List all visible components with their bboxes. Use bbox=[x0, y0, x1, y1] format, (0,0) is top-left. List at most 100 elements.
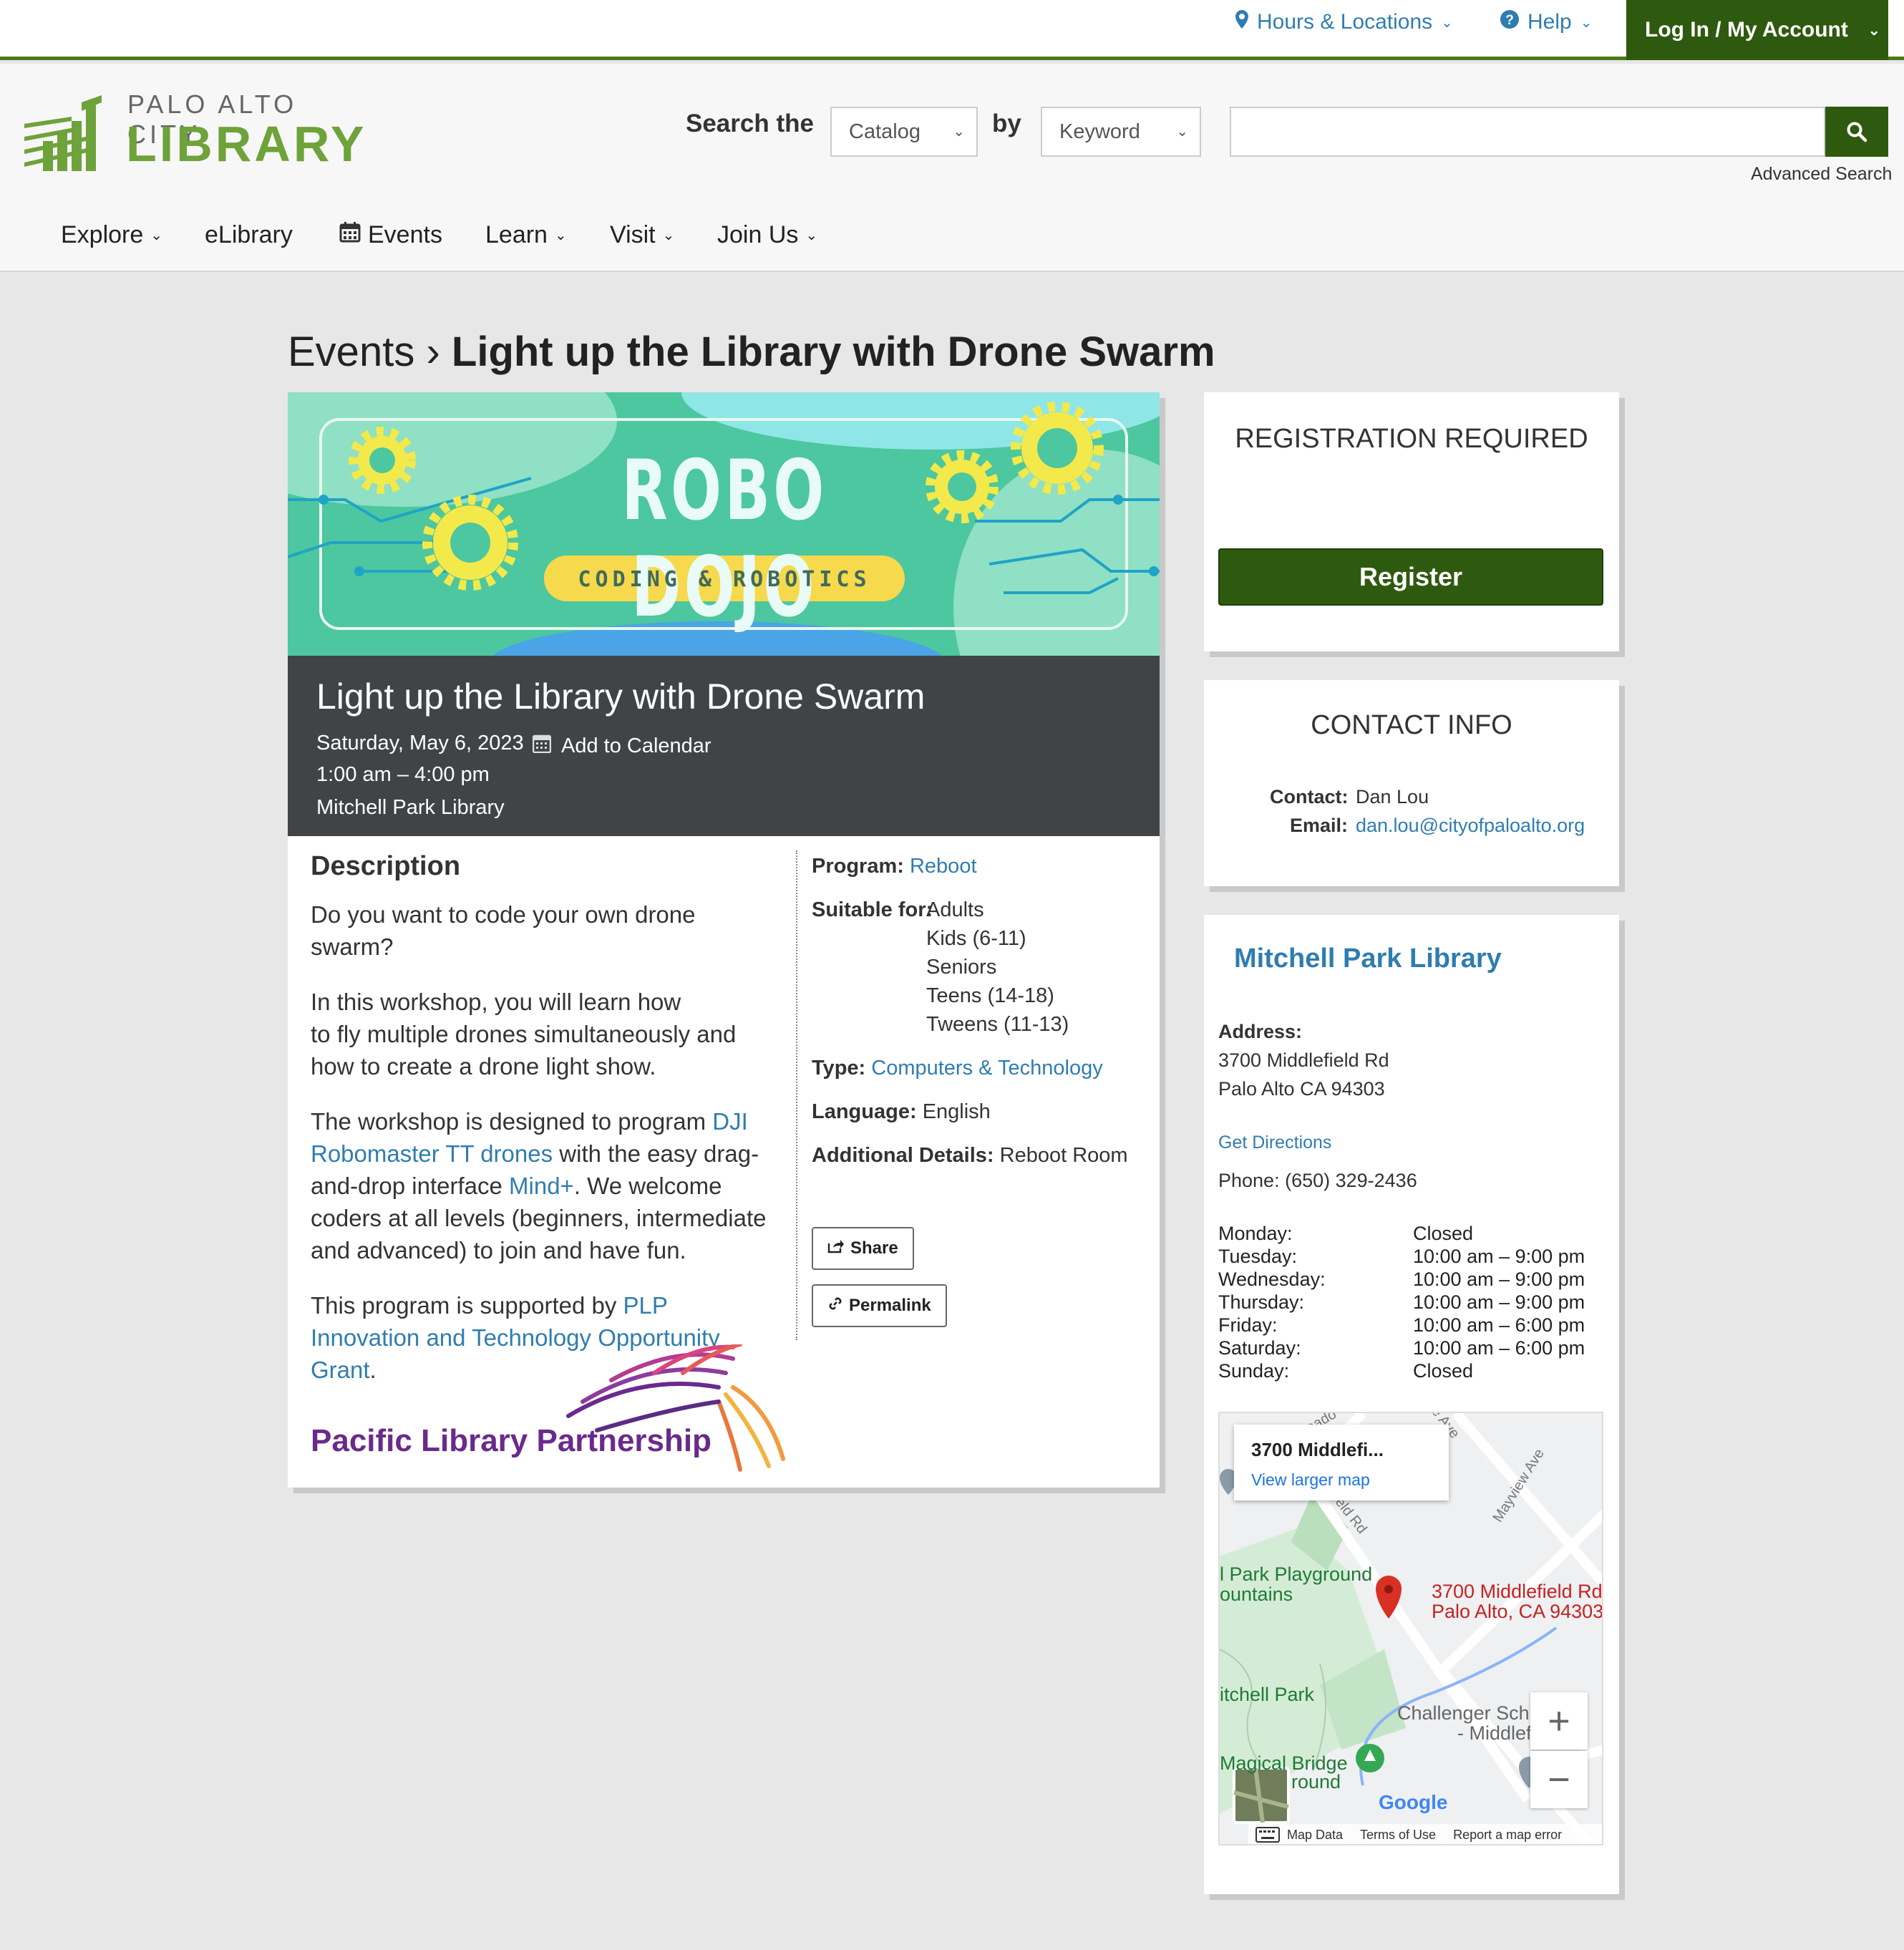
nav-label: Learn bbox=[485, 221, 548, 248]
branch-name-link[interactable]: Mitchell Park Library bbox=[1234, 944, 1502, 974]
type-label: Type: bbox=[812, 1057, 866, 1080]
zoom-out-button[interactable]: − bbox=[1530, 1751, 1588, 1808]
type-row: Type: Computers & Technology bbox=[812, 1054, 1148, 1082]
search-scope-value: Catalog bbox=[849, 120, 921, 143]
nav-events[interactable]: Events bbox=[339, 221, 442, 249]
description-paragraph: In this workshop, you will learn how to f… bbox=[311, 986, 769, 1082]
column-divider bbox=[796, 850, 797, 1340]
mind-plus-link[interactable]: Mind+ bbox=[509, 1173, 574, 1199]
audience-item: Adults bbox=[926, 898, 984, 921]
search-label: Search the bbox=[686, 110, 814, 137]
library-logo[interactable]: PALO ALTO CITY LIBRARY bbox=[21, 87, 365, 173]
suitable-row: Suitable for: Adults Kids (6-11) Seniors… bbox=[812, 896, 1148, 1039]
event-date: Saturday, May 6, 2023 bbox=[316, 732, 524, 755]
description-text: to fly multiple drones simultaneously an… bbox=[311, 1021, 737, 1080]
site-header: PALO ALTO CITY LIBRARY Search the Catalo… bbox=[0, 64, 1904, 272]
search-icon bbox=[1847, 122, 1867, 142]
register-label: Register bbox=[1359, 562, 1463, 591]
contact-label: Contact: bbox=[1270, 786, 1349, 807]
suitable-list: Adults Kids (6-11) Seniors Teens (14-18)… bbox=[926, 896, 1069, 1039]
share-label: Share bbox=[850, 1238, 898, 1258]
map-data-link[interactable]: Map Data bbox=[1287, 1828, 1343, 1843]
terms-of-use-link[interactable]: Terms of Use bbox=[1360, 1828, 1436, 1843]
chevron-down-icon: ⌄ bbox=[554, 228, 567, 243]
language-value: English bbox=[922, 1100, 991, 1123]
search-button[interactable] bbox=[1825, 107, 1888, 157]
share-button[interactable]: Share bbox=[812, 1227, 914, 1270]
google-logo: Google bbox=[1379, 1791, 1448, 1813]
keyboard-icon[interactable] bbox=[1255, 1827, 1280, 1844]
hours-day: Thursday: bbox=[1218, 1291, 1305, 1313]
permalink-button[interactable]: Permalink bbox=[812, 1284, 947, 1327]
report-map-error-link[interactable]: Report a map error bbox=[1453, 1828, 1562, 1843]
add-to-calendar-label: Add to Calendar bbox=[561, 734, 711, 757]
hours-row: Saturday: 10:00 am – 6:00 pm bbox=[1218, 1337, 1590, 1360]
map-footer: Map Data Terms of Use Report a map error bbox=[1248, 1824, 1602, 1844]
nav-label: Join Us bbox=[717, 221, 799, 248]
search-input[interactable] bbox=[1230, 107, 1825, 157]
hours-day: Tuesday: bbox=[1218, 1246, 1298, 1267]
hours-locations-label: Hours & Locations bbox=[1257, 10, 1433, 34]
chevron-down-icon: ⌄ bbox=[662, 228, 675, 243]
breadcrumb-events-link[interactable]: Events bbox=[288, 329, 414, 375]
type-link[interactable]: Computers & Technology bbox=[871, 1057, 1102, 1080]
branch-card: Mitchell Park Library Address: 3700 Midd… bbox=[1204, 915, 1619, 1894]
search-scope-select[interactable]: Catalog ⌄ bbox=[830, 107, 978, 157]
nav-elibrary[interactable]: eLibrary bbox=[205, 221, 293, 249]
hours-day: Saturday: bbox=[1218, 1337, 1301, 1359]
nav-learn[interactable]: Learn ⌄ bbox=[485, 221, 567, 249]
event-title: Light up the Library with Drone Swarm bbox=[316, 676, 926, 717]
hours-row: Thursday: 10:00 am – 9:00 pm bbox=[1218, 1291, 1590, 1314]
svg-text:?: ? bbox=[1505, 13, 1514, 28]
view-larger-map-link[interactable]: View larger map bbox=[1251, 1470, 1370, 1490]
details-value: Reboot Room bbox=[999, 1144, 1128, 1167]
map-pin-label-2: Palo Alto, CA 94303 bbox=[1432, 1601, 1603, 1622]
email-link[interactable]: dan.lou@cityofpaloalto.org bbox=[1356, 815, 1585, 837]
chevron-down-icon: ⌄ bbox=[1176, 124, 1188, 140]
registration-card: REGISTRATION REQUIRED Register bbox=[1204, 392, 1619, 651]
nav-visit[interactable]: Visit ⌄ bbox=[610, 221, 674, 249]
plus-icon: + bbox=[1548, 1699, 1570, 1742]
map-label-school-2: - Middlefi bbox=[1457, 1722, 1536, 1744]
add-to-calendar-link[interactable]: Add to Calendar bbox=[532, 733, 711, 759]
audience-item: Seniors bbox=[926, 956, 997, 979]
description-text: The workshop is designed to program bbox=[311, 1108, 713, 1135]
nav-label: Events bbox=[368, 221, 442, 248]
description-paragraph: Do you want to code your own drone swarm… bbox=[311, 898, 769, 963]
hours-time: Closed bbox=[1413, 1223, 1474, 1244]
zoom-in-button[interactable]: + bbox=[1530, 1692, 1588, 1750]
question-circle-icon: ? bbox=[1500, 10, 1519, 34]
breadcrumb-separator: › bbox=[426, 329, 440, 375]
help-label: Help bbox=[1527, 10, 1572, 34]
advanced-search-link[interactable]: Advanced Search bbox=[1751, 164, 1892, 185]
embedded-map[interactable]: l Park Playground ountains itchell Park … bbox=[1218, 1412, 1603, 1845]
search-by-select[interactable]: Keyword ⌄ bbox=[1041, 107, 1201, 157]
hours-time: 10:00 am – 9:00 pm bbox=[1413, 1291, 1585, 1313]
breadcrumb-current: Light up the Library with Drone Swarm bbox=[451, 329, 1215, 375]
login-account-button[interactable]: Log In / My Account ⌄ bbox=[1626, 0, 1888, 60]
map-pin-label: 3700 Middlefield Rd bbox=[1432, 1581, 1603, 1602]
map-label-fountains: ountains bbox=[1220, 1583, 1293, 1605]
nav-join-us[interactable]: Join Us ⌄ bbox=[717, 221, 817, 249]
chevron-down-icon: ⌄ bbox=[953, 124, 965, 140]
hours-locations-link[interactable]: Hours & Locations ⌄ bbox=[1235, 10, 1453, 34]
hours-day: Wednesday: bbox=[1218, 1269, 1326, 1290]
phone-number: Phone: (650) 329-2436 bbox=[1218, 1170, 1417, 1191]
map-label-school: Challenger Sch bbox=[1397, 1702, 1530, 1724]
program-link[interactable]: Reboot bbox=[910, 855, 977, 878]
register-button[interactable]: Register bbox=[1218, 548, 1603, 606]
help-link[interactable]: ? Help ⌄ bbox=[1500, 10, 1592, 34]
email-label: Email: bbox=[1290, 815, 1349, 836]
audience-item: Teens (14-18) bbox=[926, 984, 1054, 1007]
event-card: ROBO DOJO CODING & ROBOTICS Light up the… bbox=[288, 392, 1160, 1488]
event-banner-image: ROBO DOJO CODING & ROBOTICS bbox=[288, 392, 1160, 656]
chevron-down-icon: ⌄ bbox=[1867, 22, 1880, 39]
login-label: Log In / My Account bbox=[1645, 18, 1848, 42]
hours-row: Monday: Closed bbox=[1218, 1223, 1590, 1246]
banner-title: ROBO DOJO bbox=[621, 442, 827, 636]
nav-explore[interactable]: Explore ⌄ bbox=[61, 221, 162, 249]
nav-label: Explore bbox=[61, 221, 144, 248]
event-description: Description Do you want to code your own… bbox=[311, 850, 769, 1409]
map-info-title: 3700 Middlefi... bbox=[1251, 1439, 1384, 1460]
get-directions-link[interactable]: Get Directions bbox=[1218, 1132, 1331, 1153]
